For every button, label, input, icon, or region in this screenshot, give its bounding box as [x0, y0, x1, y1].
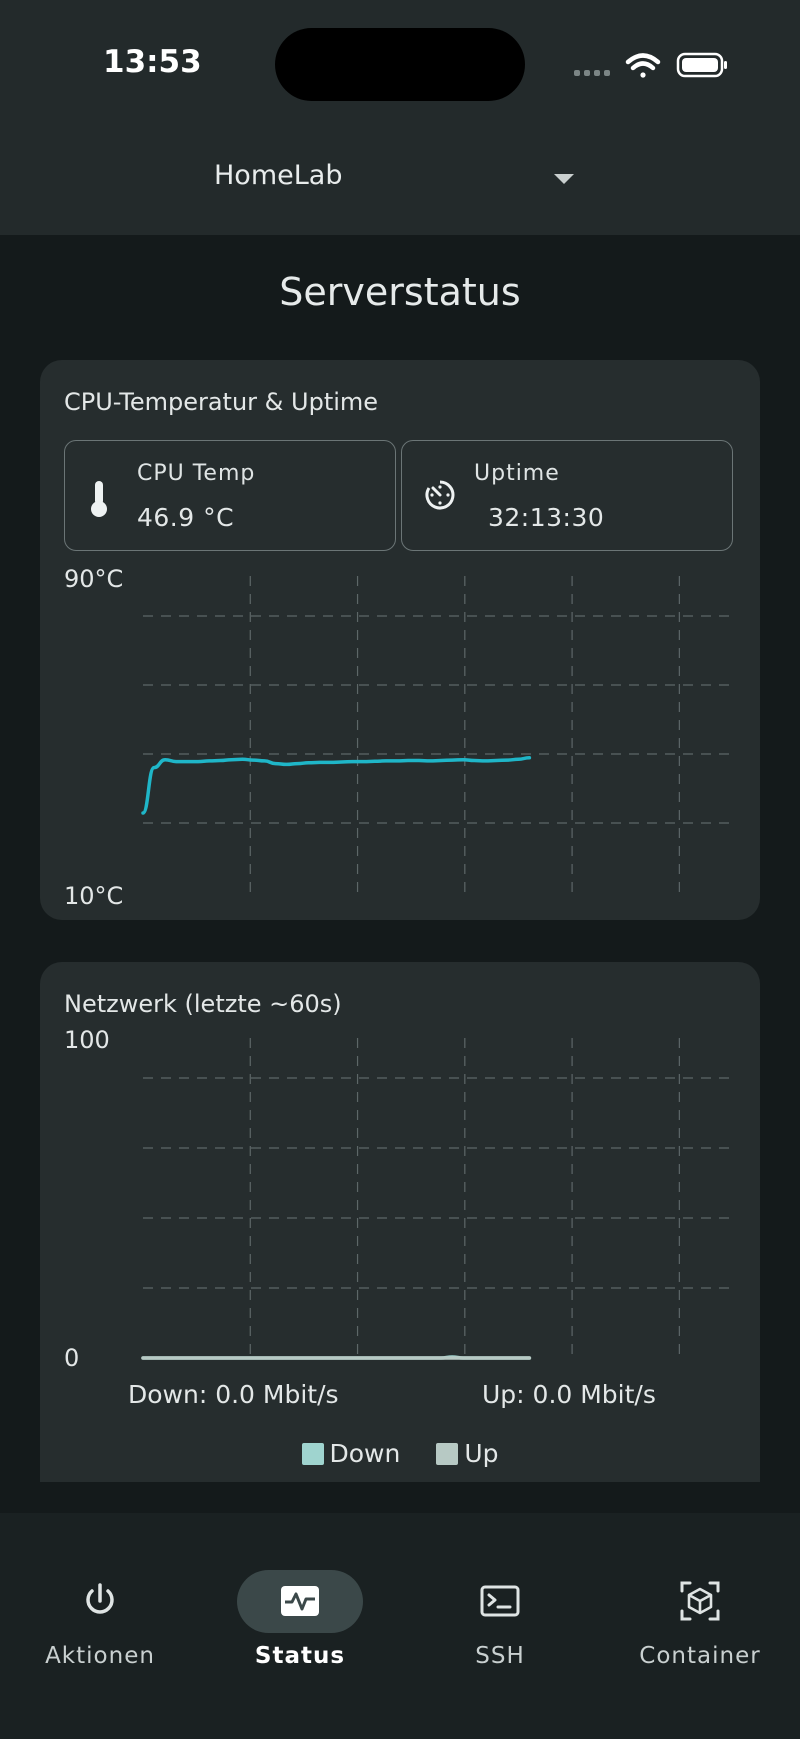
page-title: Serverstatus [279, 270, 521, 314]
nav-item-ssh[interactable]: SSH [400, 1543, 600, 1669]
terminal-icon [480, 1581, 520, 1621]
nav-item-container[interactable]: Container [600, 1543, 800, 1669]
cpu-temperature-chart [141, 576, 733, 892]
status-icons [572, 48, 732, 82]
nav-label-status: Status [254, 1643, 346, 1669]
legend-item-down: Down [301, 1438, 401, 1468]
up-readout: Up: 0.0 Mbit/s [482, 1380, 656, 1409]
down-readout: Down: 0.0 Mbit/s [128, 1380, 339, 1409]
series-line-cpu-temp [141, 755, 532, 815]
server-selector-value: HomeLab [214, 160, 343, 191]
cpu-card: CPU-Temperatur & Uptime CPU Temp 46.9 °C… [40, 360, 760, 920]
status-time: 13:53 [103, 44, 202, 80]
network-card: Netzwerk (letzte ~60s) 100 0 Down: 0.0 M… [40, 962, 760, 1482]
nav-label-aktionen: Aktionen [45, 1643, 155, 1669]
activity-icon [280, 1581, 320, 1621]
legend-label-up: Up [464, 1438, 499, 1468]
nav-item-status[interactable]: Status [200, 1543, 400, 1669]
nav-label-container: Container [639, 1643, 761, 1669]
cellular-signal-icon [574, 70, 610, 76]
container-icon [680, 1581, 720, 1621]
nav-item-aktionen[interactable]: Aktionen [0, 1543, 200, 1669]
dynamic-island [275, 28, 525, 101]
server-selector[interactable]: HomeLab [214, 160, 594, 200]
chevron-down-icon [554, 174, 574, 184]
legend-item-up: Up [436, 1439, 498, 1468]
network-legend: Down Up [40, 1437, 760, 1468]
legend-swatch-down [301, 1442, 324, 1465]
bottom-navigation: Aktionen Status SSH Container [0, 1513, 800, 1739]
battery-icon [676, 52, 727, 78]
legend-swatch-up [436, 1442, 459, 1465]
legend-label-down: Down [329, 1438, 401, 1468]
top-bar: 13:53 HomeLab [0, 0, 800, 235]
power-icon [80, 1581, 120, 1621]
nav-label-ssh: SSH [475, 1643, 525, 1669]
wifi-icon [625, 53, 661, 78]
